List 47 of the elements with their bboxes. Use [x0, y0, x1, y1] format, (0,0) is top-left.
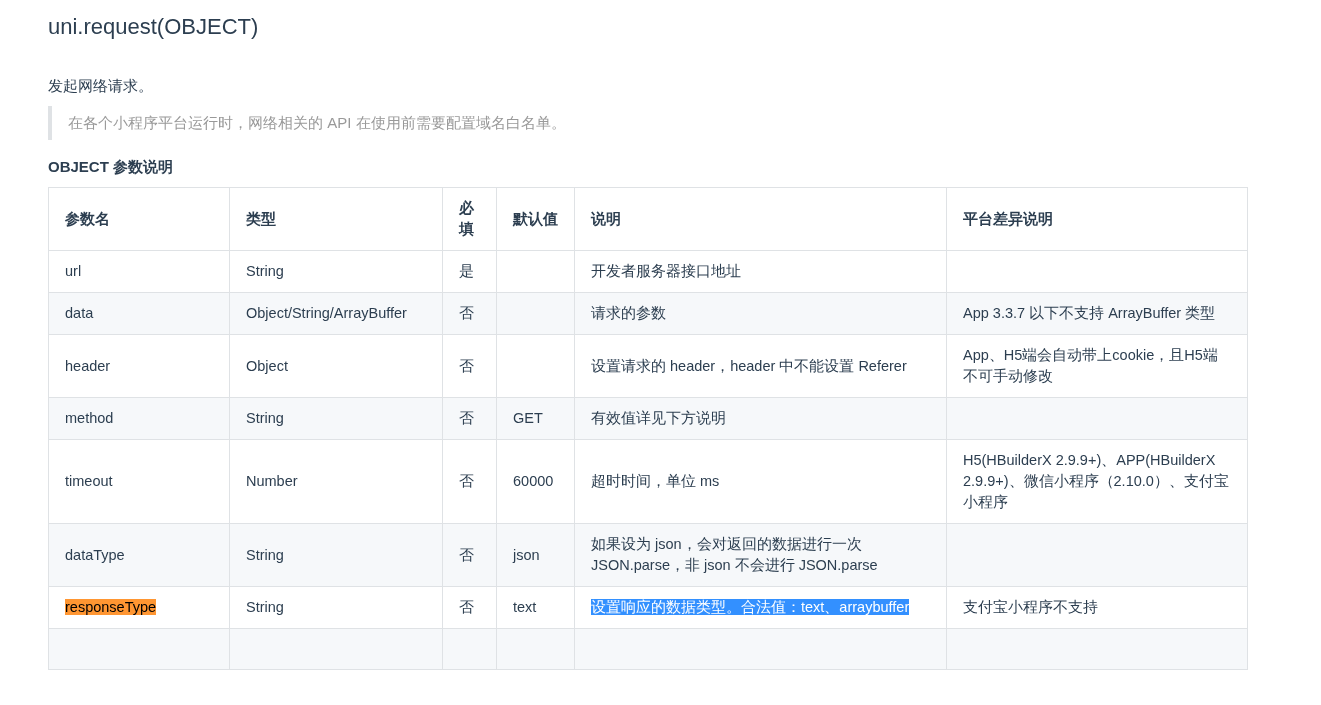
table-cell — [442, 628, 497, 670]
column-header: 参数名 — [48, 187, 230, 251]
table-cell: 否 — [442, 523, 497, 587]
table-cell: 支付宝小程序不支持 — [946, 586, 1248, 629]
table-cell: String — [229, 586, 443, 629]
table-cell: Object/String/ArrayBuffer — [229, 292, 443, 335]
table-cell: String — [229, 523, 443, 587]
table-cell: 超时时间，单位 ms — [574, 439, 947, 524]
table-cell: H5(HBuilderX 2.9.9+)、APP(HBuilderX 2.9.9+)、微信小程序（2.10.0）、支付宝小程序 — [946, 439, 1248, 524]
table-cell: String — [229, 250, 443, 293]
column-header: 默认值 — [496, 187, 575, 251]
section-heading: OBJECT 参数说明 — [48, 157, 174, 177]
table-cell: 是 — [442, 250, 497, 293]
table-cell: data — [48, 292, 230, 335]
table-cell: 否 — [442, 586, 497, 629]
table-cell: url — [48, 250, 230, 293]
table-cell: dataType — [48, 523, 230, 587]
note-quote: 在各个小程序平台运行时，网络相关的 API 在使用前需要配置域名白名单。 — [48, 106, 1273, 140]
page-title: uni.request(OBJECT) — [48, 13, 260, 41]
table-cell: header — [48, 334, 230, 398]
table-cell: 60000 — [496, 439, 575, 524]
table-cell: Object — [229, 334, 443, 398]
table-cell: App 3.3.7 以下不支持 ArrayBuffer 类型 — [946, 292, 1248, 335]
intro-text: 发起网络请求。 — [48, 76, 154, 96]
table-cell: 否 — [442, 397, 497, 440]
table-cell: 设置请求的 header，header 中不能设置 Referer — [574, 334, 947, 398]
column-header: 平台差异说明 — [946, 187, 1248, 251]
table-cell: String — [229, 397, 443, 440]
table-cell: json — [496, 523, 575, 587]
column-header: 类型 — [229, 187, 443, 251]
column-header: 必填 — [442, 187, 497, 251]
table-cell: timeout — [48, 439, 230, 524]
table-cell: 请求的参数 — [574, 292, 947, 335]
table-cell: 设置响应的数据类型。合法值：text、arraybuffer — [574, 586, 947, 629]
column-header: 说明 — [574, 187, 947, 251]
table-cell: method — [48, 397, 230, 440]
table-cell: 如果设为 json，会对返回的数据进行一次 JSON.parse，非 json 不会进行 JSON.parse — [574, 523, 947, 587]
table-cell: 有效值详见下方说明 — [574, 397, 947, 440]
table-cell: responseType — [48, 586, 230, 629]
table-cell: 否 — [442, 292, 497, 335]
table-cell: Number — [229, 439, 443, 524]
table-cell: text — [496, 586, 575, 629]
table-cell: App、H5端会自动带上cookie，且H5端不可手动修改 — [946, 334, 1248, 398]
table-cell: GET — [496, 397, 575, 440]
table-cell: 否 — [442, 334, 497, 398]
table-cell: 开发者服务器接口地址 — [574, 250, 947, 293]
table-cell: 否 — [442, 439, 497, 524]
